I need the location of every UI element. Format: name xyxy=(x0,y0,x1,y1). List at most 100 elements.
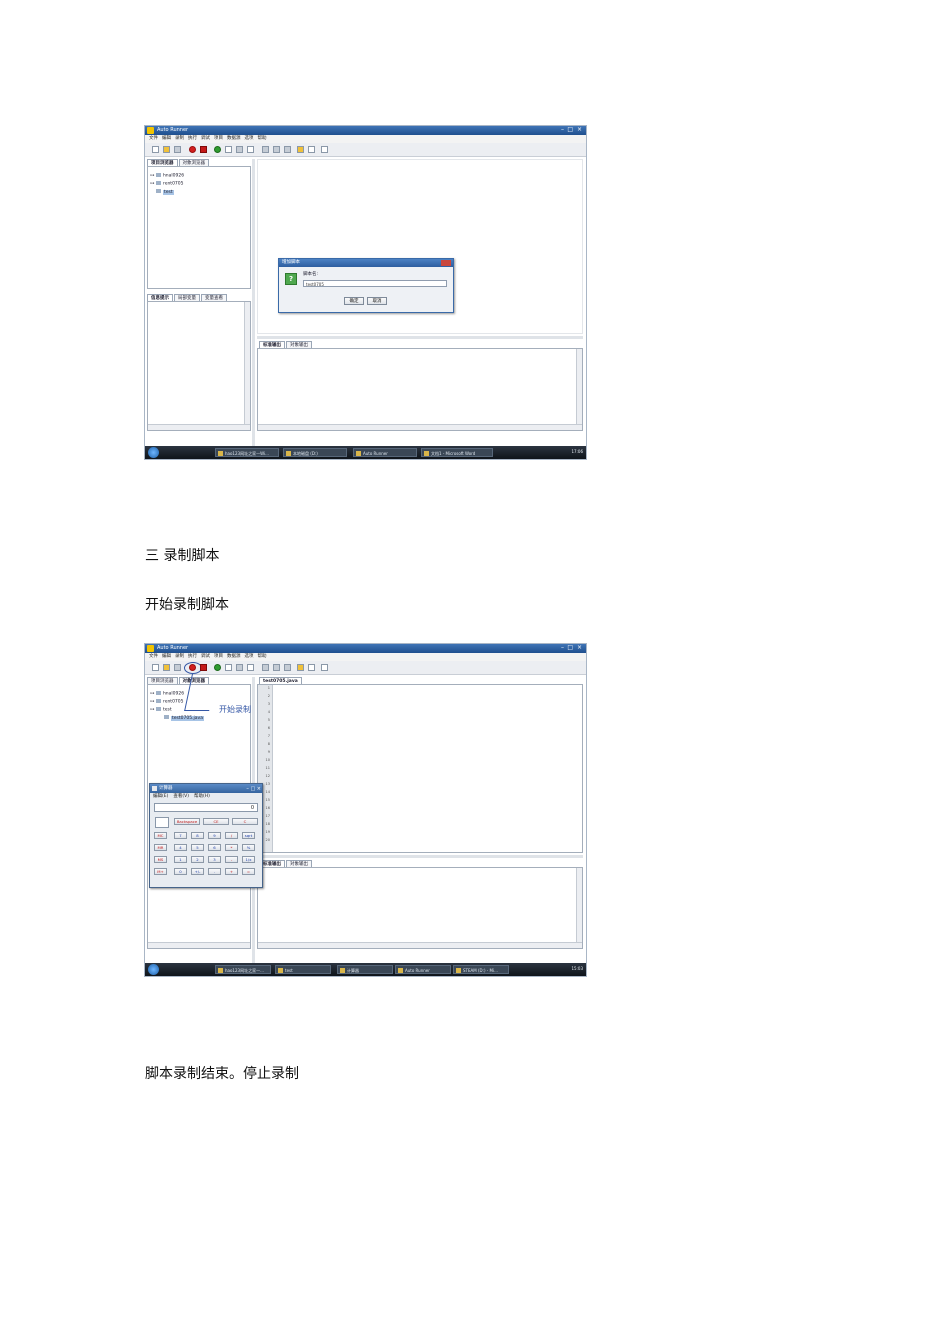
menu-file[interactable]: 文件 xyxy=(149,654,158,660)
pause-icon[interactable] xyxy=(236,146,243,153)
key-5[interactable]: 5 xyxy=(191,844,204,851)
menu-file[interactable]: 文件 xyxy=(149,136,158,142)
object-spy-icon[interactable] xyxy=(297,664,304,671)
taskbar-item[interactable]: test xyxy=(275,965,331,974)
menu-debug[interactable]: 调试 xyxy=(201,136,210,142)
open-icon[interactable] xyxy=(163,146,170,153)
script-name-input[interactable]: test0705 xyxy=(303,280,447,287)
key-decimal[interactable]: . xyxy=(208,868,221,875)
start-button[interactable] xyxy=(148,964,159,975)
tree-item[interactable]: ⊶ rent0705 xyxy=(150,699,184,705)
vertical-scrollbar[interactable] xyxy=(576,349,582,425)
checkpoint-icon[interactable] xyxy=(308,146,315,153)
key-4[interactable]: 4 xyxy=(174,844,187,851)
tree-item[interactable]: test0705.java xyxy=(164,715,204,721)
code-editor[interactable]: 1 2 3 4 5 6 7 8 9 10 11 12 13 14 15 16 1… xyxy=(257,684,583,853)
key-7[interactable]: 7 xyxy=(174,832,187,839)
maximize-icon[interactable]: □ xyxy=(567,127,573,133)
key-3[interactable]: 3 xyxy=(208,856,221,863)
taskbar-item[interactable]: Auto Runner xyxy=(395,965,451,974)
backspace-key[interactable]: Backspace xyxy=(174,818,200,825)
menu-help[interactable]: 帮助 xyxy=(258,654,267,660)
run-icon[interactable] xyxy=(214,664,221,671)
menu-run[interactable]: 执行 xyxy=(188,136,197,142)
start-button[interactable] xyxy=(148,447,159,458)
horizontal-scrollbar[interactable] xyxy=(148,424,250,430)
tree-item[interactable]: ⊶ test xyxy=(150,707,172,713)
record-icon[interactable] xyxy=(189,146,196,153)
menu-datasource[interactable]: 数据源 xyxy=(227,136,241,142)
menu-help[interactable]: 帮助 xyxy=(258,136,267,142)
new-icon[interactable] xyxy=(152,664,159,671)
tab-object-output[interactable]: 对象输出 xyxy=(286,860,312,867)
object-spy-icon[interactable] xyxy=(297,146,304,153)
menu-debug[interactable]: 调试 xyxy=(201,654,210,660)
open-icon[interactable] xyxy=(163,664,170,671)
key-2[interactable]: 2 xyxy=(191,856,204,863)
key-8[interactable]: 8 xyxy=(191,832,204,839)
stop-icon[interactable] xyxy=(200,664,207,671)
key-9[interactable]: 9 xyxy=(208,832,221,839)
key-percent[interactable]: % xyxy=(242,844,255,851)
calculator-window-buttons[interactable]: – □ × xyxy=(246,785,261,794)
save-icon[interactable] xyxy=(174,146,181,153)
new-icon[interactable] xyxy=(152,146,159,153)
tree-item[interactable]: ⊶ rent0705 xyxy=(150,181,184,187)
verify-icon[interactable] xyxy=(321,146,328,153)
calc-menu-view[interactable]: 查看(V) xyxy=(173,794,189,799)
menu-datasource[interactable]: 数据源 xyxy=(227,654,241,660)
tab-script-file[interactable]: test0705.java xyxy=(259,677,302,684)
ms-key[interactable]: MS xyxy=(154,856,167,863)
tab-standard-output[interactable]: 标准输出 xyxy=(259,341,285,348)
grid-icon-1[interactable] xyxy=(262,146,269,153)
tab-local-vars[interactable]: 局部变量 xyxy=(174,294,200,301)
grid-icon-3[interactable] xyxy=(284,146,291,153)
grid-icon-2[interactable] xyxy=(273,146,280,153)
tab-project-browser[interactable]: 项目浏览器 xyxy=(147,677,178,684)
menu-edit[interactable]: 编辑 xyxy=(162,654,171,660)
menu-options[interactable]: 选项 xyxy=(245,654,254,660)
tab-object-output[interactable]: 对象输出 xyxy=(286,341,312,348)
grid-icon-1[interactable] xyxy=(262,664,269,671)
key-minus[interactable]: - xyxy=(225,856,238,863)
horizontal-scrollbar[interactable] xyxy=(258,942,582,948)
verify-icon[interactable] xyxy=(321,664,328,671)
vertical-scrollbar[interactable] xyxy=(244,302,250,425)
step-icon[interactable] xyxy=(225,146,232,153)
save-icon[interactable] xyxy=(174,664,181,671)
menu-options[interactable]: 选项 xyxy=(245,136,254,142)
c-key[interactable]: C xyxy=(232,818,258,825)
grid-icon-2[interactable] xyxy=(273,664,280,671)
vertical-scrollbar[interactable] xyxy=(576,868,582,943)
minimize-icon[interactable]: – xyxy=(561,127,564,133)
key-multiply[interactable]: * xyxy=(225,844,238,851)
taskbar-item[interactable]: STEAM (D:) - Mi... xyxy=(453,965,509,974)
checkpoint-icon[interactable] xyxy=(308,664,315,671)
resume-icon[interactable] xyxy=(247,146,254,153)
key-divide[interactable]: / xyxy=(225,832,238,839)
mr-key[interactable]: MR xyxy=(154,844,167,851)
horizontal-splitter[interactable] xyxy=(257,336,583,339)
ce-key[interactable]: CE xyxy=(203,818,229,825)
tree-item[interactable]: ⊶ hnal0926 xyxy=(150,691,184,697)
ok-button[interactable]: 确定 xyxy=(344,297,364,305)
horizontal-scrollbar[interactable] xyxy=(148,942,250,948)
taskbar-item[interactable]: Auto Runner xyxy=(353,448,417,457)
tab-project-browser[interactable]: 项目浏览器 xyxy=(147,159,178,166)
calc-menu-help[interactable]: 帮助(H) xyxy=(194,794,210,799)
calc-menu-edit[interactable]: 编辑(E) xyxy=(153,794,168,799)
taskbar-item[interactable]: hao123网址之家—Wi... xyxy=(215,448,279,457)
taskbar-item[interactable]: 本地磁盘 (D:) xyxy=(283,448,347,457)
vertical-splitter[interactable] xyxy=(252,159,255,459)
step-icon[interactable] xyxy=(225,664,232,671)
key-1[interactable]: 1 xyxy=(174,856,187,863)
menu-project[interactable]: 项目 xyxy=(214,654,223,660)
horizontal-scrollbar[interactable] xyxy=(258,424,582,430)
menu-project[interactable]: 项目 xyxy=(214,136,223,142)
tab-info[interactable]: 信息提示 xyxy=(147,294,173,301)
key-plus[interactable]: + xyxy=(225,868,238,875)
menu-record[interactable]: 录制 xyxy=(175,136,184,142)
horizontal-splitter[interactable] xyxy=(257,855,583,858)
mc-key[interactable]: MC xyxy=(154,832,167,839)
key-reciprocal[interactable]: 1/x xyxy=(242,856,255,863)
